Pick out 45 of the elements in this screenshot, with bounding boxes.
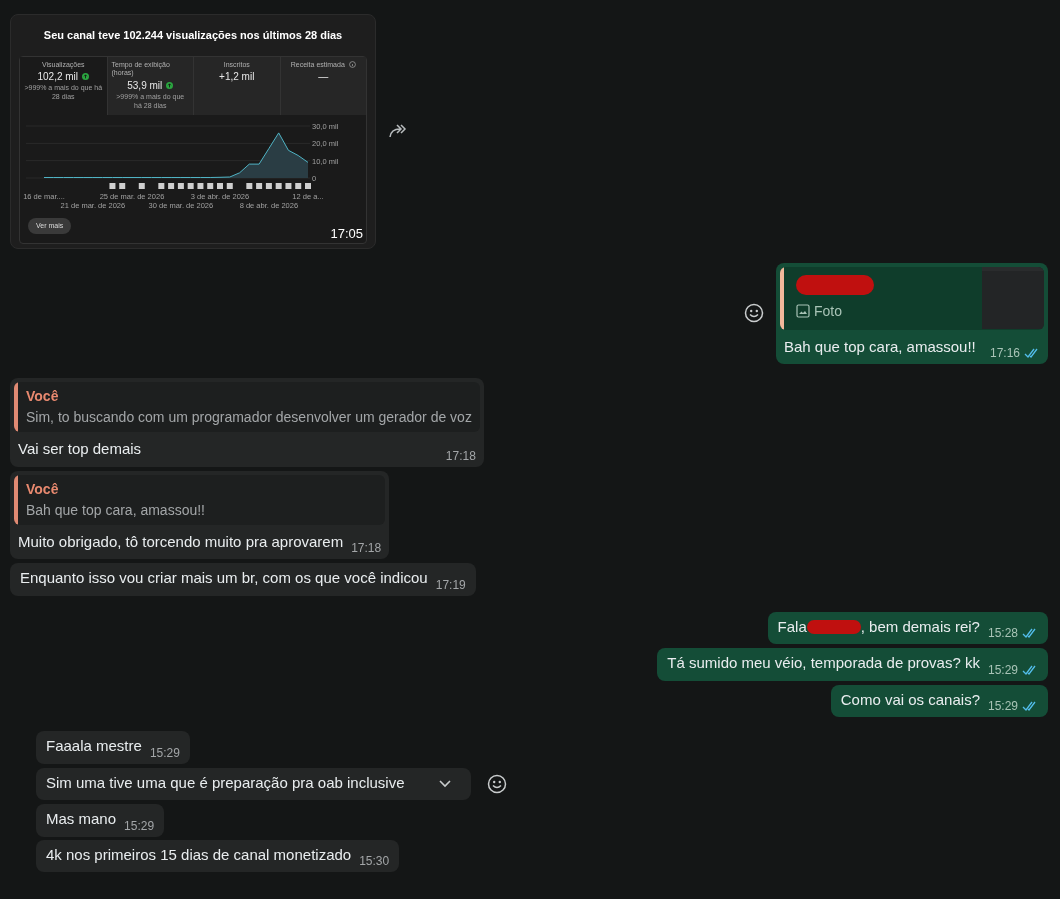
quoted-media-label: Foto bbox=[814, 301, 842, 321]
message-text: Enquanto isso vou criar mais um br, com os que você indicou bbox=[20, 568, 428, 588]
message-time: 17:18 bbox=[445, 447, 476, 465]
message-text: Sim uma tive uma que é preparação pra oab inclusive bbox=[46, 772, 405, 793]
message-text: , bem demais rei? bbox=[860, 616, 980, 637]
message-time: 15:30 bbox=[359, 853, 390, 870]
message-text: Fala bbox=[777, 616, 807, 637]
quoted-message[interactable]: Foto bbox=[780, 266, 1044, 330]
quoted-message[interactable]: Você Sim, to buscando com um programador desenvolver um gerador de voz bbox=[14, 382, 480, 432]
message-text: Mas mano bbox=[46, 809, 117, 829]
quoted-text: Sim, to buscando com um programador desenvolver um gerador de voz bbox=[26, 408, 472, 427]
stat-value: +1,2 mil bbox=[219, 70, 255, 85]
message-text: Vai ser top demais bbox=[18, 439, 142, 459]
image-thumbnail bbox=[982, 266, 1044, 329]
message-time: 15:29 bbox=[124, 817, 155, 835]
message-time: 17:05 bbox=[330, 225, 363, 243]
message-time: 15:29 bbox=[149, 744, 180, 762]
up-arrow-icon bbox=[166, 82, 174, 89]
message-time: 17:19 bbox=[435, 576, 466, 594]
message-time: 15:28 bbox=[987, 625, 1018, 642]
stat-value: 53,9 mil bbox=[127, 79, 163, 93]
message-time: 17:16 bbox=[989, 345, 1020, 362]
message-text: Faaala mestre bbox=[46, 736, 142, 756]
message-text: Bah que top cara, amassou!! bbox=[784, 336, 976, 357]
analytics-screenshot[interactable] bbox=[10, 14, 376, 249]
quoted-text: Bah que top cara, amassou!! bbox=[26, 500, 205, 520]
emoji-icon[interactable] bbox=[744, 303, 764, 324]
quoted-author: Você bbox=[26, 479, 60, 499]
forward-icon[interactable] bbox=[388, 123, 408, 140]
quoted-message[interactable]: Você Bah que top cara, amassou!! bbox=[14, 474, 386, 525]
message-text: Muito obrigado, tô torcendo muito pra aprovarem bbox=[18, 531, 344, 552]
message-time: 17:18 bbox=[351, 540, 382, 557]
message-time: 15:29 bbox=[987, 661, 1018, 679]
message-text: Tá sumido meu véio, temporada de provas? kk bbox=[667, 653, 980, 673]
message-time: 15:29 bbox=[987, 698, 1018, 715]
image-icon bbox=[796, 304, 810, 318]
info-icon bbox=[348, 61, 356, 69]
message-text: Como vai os canais? bbox=[840, 689, 980, 710]
up-arrow-icon bbox=[82, 73, 90, 81]
message-text: 4k nos primeiros 15 dias de canal monetizado bbox=[46, 844, 352, 865]
stat-value: — bbox=[318, 70, 329, 85]
screenshot-title: Seu canal teve 102.244 visualizações nos últimos 28 dias bbox=[42, 28, 344, 43]
quoted-author: Você bbox=[26, 387, 60, 406]
emoji-icon[interactable] bbox=[486, 773, 507, 794]
stat-value: 102,2 mil bbox=[37, 70, 79, 85]
